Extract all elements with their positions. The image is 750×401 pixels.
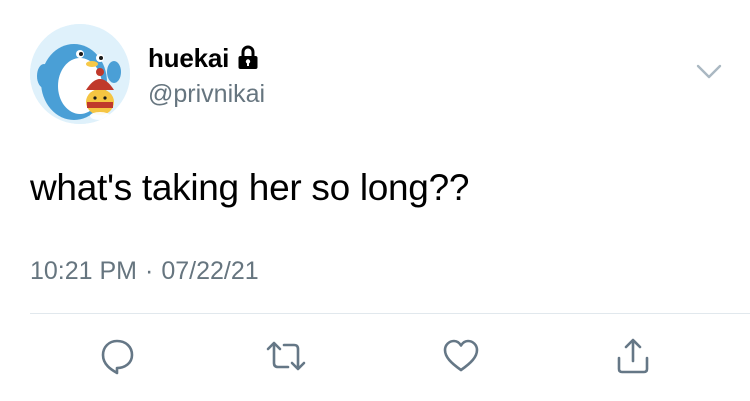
share-button[interactable] <box>611 334 655 378</box>
tweet-card: huekai @privnikai what's taking her so l… <box>0 0 750 401</box>
lock-icon <box>237 45 259 71</box>
avatar-image <box>30 24 130 124</box>
tweet-date: 07/22/21 <box>161 257 259 285</box>
retweet-button[interactable] <box>264 334 308 378</box>
tweet-timestamp[interactable]: 10:21 PM · 07/22/21 <box>30 254 259 288</box>
reply-icon <box>97 336 137 376</box>
display-name-row: huekai <box>148 40 259 76</box>
divider <box>30 313 750 314</box>
tweet-time: 10:21 PM <box>30 257 138 285</box>
tweet-text: what's taking her so long?? <box>30 167 470 208</box>
chevron-down-icon[interactable] <box>693 60 725 84</box>
user-handle[interactable]: @privnikai <box>148 76 265 112</box>
display-name[interactable]: huekai <box>148 40 229 76</box>
meta-separator: · <box>145 257 154 285</box>
like-button[interactable] <box>439 334 483 378</box>
avatar[interactable] <box>30 24 130 124</box>
share-icon <box>613 336 653 376</box>
like-icon <box>441 336 481 376</box>
retweet-icon <box>264 336 308 376</box>
reply-button[interactable] <box>95 334 139 378</box>
